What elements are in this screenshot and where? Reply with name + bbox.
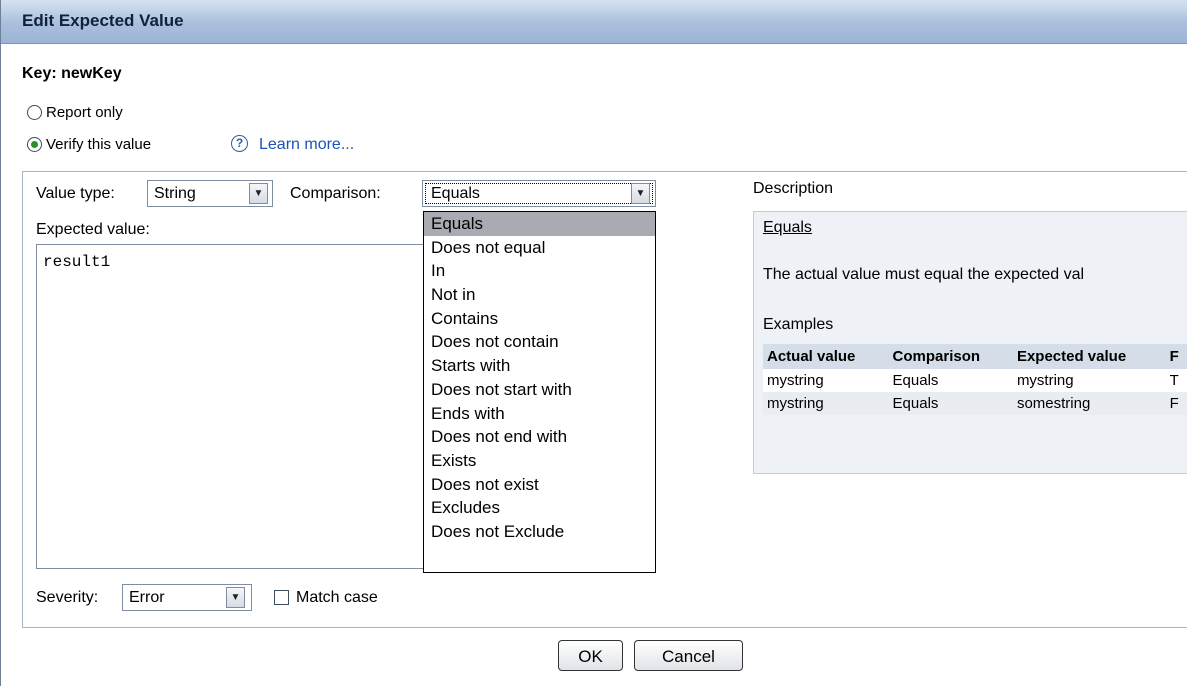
column-header: Actual value xyxy=(763,344,889,369)
comparison-option[interactable]: Ends with xyxy=(424,402,655,426)
comparison-option[interactable]: Does not exist xyxy=(424,473,655,497)
comparison-option[interactable]: Contains xyxy=(424,307,655,331)
table-cell: T xyxy=(1165,369,1187,392)
match-case-checkbox[interactable] xyxy=(274,590,289,605)
cancel-button[interactable]: Cancel xyxy=(634,640,743,671)
ok-button[interactable]: OK xyxy=(558,640,623,671)
chevron-down-icon[interactable]: ▼ xyxy=(249,183,268,204)
column-header: Comparison xyxy=(888,344,1013,369)
verify-value-label[interactable]: Verify this value xyxy=(46,136,151,153)
dialog-title-bar: Edit Expected Value xyxy=(1,0,1187,44)
report-only-label[interactable]: Report only xyxy=(46,104,123,121)
description-title: Equals xyxy=(763,219,812,236)
key-label: Key: newKey xyxy=(22,65,122,82)
column-header: F xyxy=(1165,344,1187,369)
examples-label: Examples xyxy=(763,316,834,333)
severity-label: Severity: xyxy=(36,589,99,606)
comparison-option[interactable]: Exists xyxy=(424,449,655,473)
table-row: mystring Equals mystring T xyxy=(763,369,1187,392)
table-cell: mystring xyxy=(1012,369,1166,392)
comparison-option[interactable]: Does not end with xyxy=(424,425,655,449)
value-type-value: String xyxy=(154,185,196,202)
table-cell: Equals xyxy=(888,369,1013,392)
description-box xyxy=(753,211,1187,474)
table-cell: somestring xyxy=(1012,392,1166,415)
verify-value-radio[interactable] xyxy=(27,137,42,152)
table-cell: mystring xyxy=(763,369,889,392)
comparison-option[interactable]: Starts with xyxy=(424,354,655,378)
comparison-option[interactable]: Not in xyxy=(424,283,655,307)
comparison-dropdown-list[interactable]: Equals Does not equal In Not in Contains… xyxy=(423,211,656,573)
dialog-title: Edit Expected Value xyxy=(22,11,184,30)
severity-select[interactable]: Error ▼ xyxy=(122,584,252,611)
table-cell: mystring xyxy=(763,392,889,415)
table-cell: F xyxy=(1165,392,1187,415)
comparison-option[interactable]: Equals xyxy=(424,212,655,236)
expected-value-label: Expected value: xyxy=(36,221,150,238)
description-heading: Description xyxy=(753,180,834,197)
dialog-window: Edit Expected Value Key: newKey Report o… xyxy=(0,0,1187,686)
description-text: The actual value must equal the expected… xyxy=(763,266,1085,283)
comparison-option[interactable]: Does not contain xyxy=(424,330,655,354)
comparison-option[interactable]: Excludes xyxy=(424,496,655,520)
value-type-label: Value type: xyxy=(36,185,115,202)
comparison-option[interactable]: Does not Exclude xyxy=(424,520,655,544)
column-header: Expected value xyxy=(1012,344,1166,369)
table-row: mystring Equals somestring F xyxy=(763,392,1187,415)
match-case-label[interactable]: Match case xyxy=(296,589,378,607)
chevron-down-icon[interactable]: ▼ xyxy=(226,587,245,608)
comparison-option[interactable]: Does not start with xyxy=(424,378,655,402)
learn-more-link[interactable]: Learn more... xyxy=(259,136,354,154)
table-header-row: Actual value Comparison Expected value F xyxy=(763,344,1187,369)
help-circle-icon[interactable]: ? xyxy=(231,135,248,152)
report-only-radio[interactable] xyxy=(27,105,42,120)
comparison-label: Comparison: xyxy=(290,185,381,202)
comparison-value: Equals xyxy=(431,185,480,202)
examples-table: Actual value Comparison Expected value F… xyxy=(763,344,1187,415)
severity-value: Error xyxy=(129,589,165,606)
comparison-select[interactable]: Equals ▼ xyxy=(422,180,656,207)
table-cell: Equals xyxy=(888,392,1013,415)
comparison-option[interactable]: In xyxy=(424,259,655,283)
value-type-select[interactable]: String ▼ xyxy=(147,180,273,207)
comparison-option[interactable]: Does not equal xyxy=(424,236,655,260)
chevron-down-icon[interactable]: ▼ xyxy=(631,183,650,204)
